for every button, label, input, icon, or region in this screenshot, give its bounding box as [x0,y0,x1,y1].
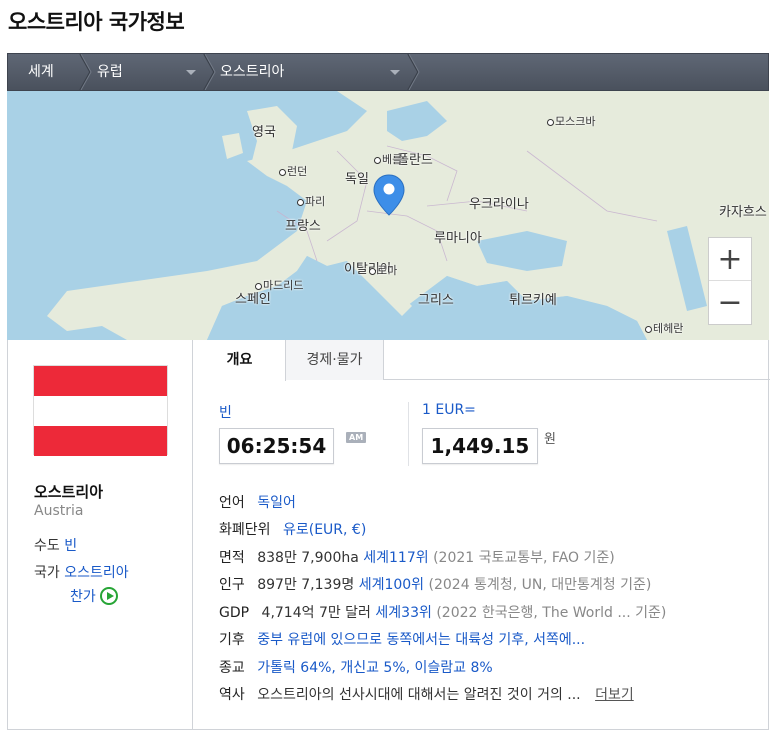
info-row-climate: 기후 중부 유럽에 있으므로 동쪽에서는 대륙성 기후, 서쪽에... [219,632,586,648]
chevron-down-icon[interactable] [186,70,196,75]
info-row-religion: 종교 가톨릭 64%, 개신교 5%, 이슬람교 8% [219,660,493,676]
location-pin-icon[interactable] [372,173,406,217]
city-dot-icon [255,282,262,290]
anthem-play[interactable]: 찬가 [70,586,118,606]
play-icon[interactable] [99,587,118,605]
climate-link[interactable]: 중부 유럽에 있으므로 동쪽에서는 대륙성 기후, 서쪽에... [257,632,585,648]
map-label-turkey: 튀르키예 [509,293,557,308]
map-city-madrid: 마드리드 [255,277,303,293]
breadcrumb-separator-icon [79,54,92,90]
flag-band-top [34,366,167,396]
zoom-in-button[interactable]: + [709,238,751,281]
country-info-panel: 오스트리아 Austria 수도 빈 국가 오스트리아 찬가 개요 경제·물가 … [7,340,770,730]
city-dot-icon [369,267,376,275]
more-link[interactable]: 더보기 [595,687,634,703]
city-dot-icon [374,156,381,164]
language-link[interactable]: 독일어 [257,495,296,511]
anthem-row: 국가 오스트리아 [34,562,129,582]
breadcrumb-separator-icon [407,54,420,90]
map-city-paris: 파리 [297,193,325,209]
map-city-london: 런던 [279,163,307,179]
divider [408,402,409,466]
country-name-ko: 오스트리아 [34,483,104,501]
country-summary: 오스트리아 Austria 수도 빈 국가 오스트리아 찬가 [8,340,193,729]
area-rank-link[interactable]: 세계117위 [363,550,428,566]
map[interactable]: 영국 프랑스 독일 폴란드 우크라이나 루마니아 이탈리아 스페인 그리스 튀르… [7,91,769,340]
zoom-controls: + − [708,237,752,325]
info-row-population: 인구 897만 7,139명 세계100위 (2024 통계청, UN, 대만통… [219,577,652,593]
info-row-language: 언어 독일어 [219,495,296,511]
tab-overview[interactable]: 개요 [194,340,286,381]
clock-time: 06:25:54 [219,428,334,464]
city-dot-icon [279,168,286,176]
capital-link[interactable]: 빈 [64,538,77,554]
currency-unit: 원 [544,432,556,447]
city-dot-icon [645,325,652,333]
info-tabs: 개요 경제·물가 [194,340,770,381]
info-row-area: 면적 838만 7,900ha 세계117위 (2021 국토교통부, FAO … [219,550,615,566]
map-label-ukraine: 우크라이나 [469,197,529,212]
map-label-germany: 독일 [345,172,369,187]
breadcrumb-world[interactable]: 세계 [28,54,54,90]
flag-band-bottom [34,426,167,456]
page-title: 오스트리아 국가정보 [8,10,185,34]
anthem-label: 국가 [34,565,60,581]
flag-band-middle [34,396,167,426]
info-row-history: 역사 오스트리아의 선사시대에 대해서는 알려진 것이 거의 ... 더보기 [219,687,634,703]
anthem-name-link[interactable]: 오스트리아 [64,565,128,581]
breadcrumb-austria[interactable]: 오스트리아 [220,54,284,90]
map-city-berlin: 베를 [374,151,402,167]
info-row-currency: 화폐단위 유로(EUR, €) [219,522,367,538]
population-rank-link[interactable]: 세계100위 [359,577,424,593]
map-city-rome: 로마 [369,262,397,278]
currency-label: 1 EUR= [422,402,476,418]
map-label-poland: 폴란드 [397,153,433,168]
map-label-kazakhstan: 카자흐스 [719,205,767,220]
country-flag [33,365,168,456]
currency-value: 1,449.15 [422,428,538,464]
info-row-gdp: GDP 4,714억 7만 달러 세계33위 (2022 한국은행, The W… [219,605,667,621]
ampm-badge: AM [346,432,367,443]
breadcrumb-separator-icon [203,54,216,90]
breadcrumb: 세계 유럽 오스트리아 [7,53,769,91]
religion-link[interactable]: 가톨릭 64%, 개신교 5%, 이슬람교 8% [257,660,493,676]
map-label-france: 프랑스 [285,219,321,234]
breadcrumb-europe[interactable]: 유럽 [97,54,123,90]
city-dot-icon [547,118,554,126]
country-name-en: Austria [34,503,84,519]
city-dot-icon [297,198,304,206]
map-city-tehran: 테헤란 [645,320,683,336]
map-label-uk: 영국 [252,125,276,140]
clock-city: 빈 [219,405,232,421]
chevron-down-icon[interactable] [390,70,400,75]
capital-row: 수도 빈 [34,535,77,555]
capital-label: 수도 [34,538,60,554]
tab-economy[interactable]: 경제·물가 [286,340,384,380]
zoom-out-button[interactable]: − [709,281,751,324]
currency-link[interactable]: 유로(EUR, €) [283,522,366,538]
map-label-greece: 그리스 [418,293,454,308]
anthem-suffix[interactable]: 찬가 [70,586,96,606]
map-label-romania: 루마니아 [434,231,482,246]
map-city-moscow: 모스크바 [547,113,595,129]
gdp-rank-link[interactable]: 세계33위 [375,605,431,621]
